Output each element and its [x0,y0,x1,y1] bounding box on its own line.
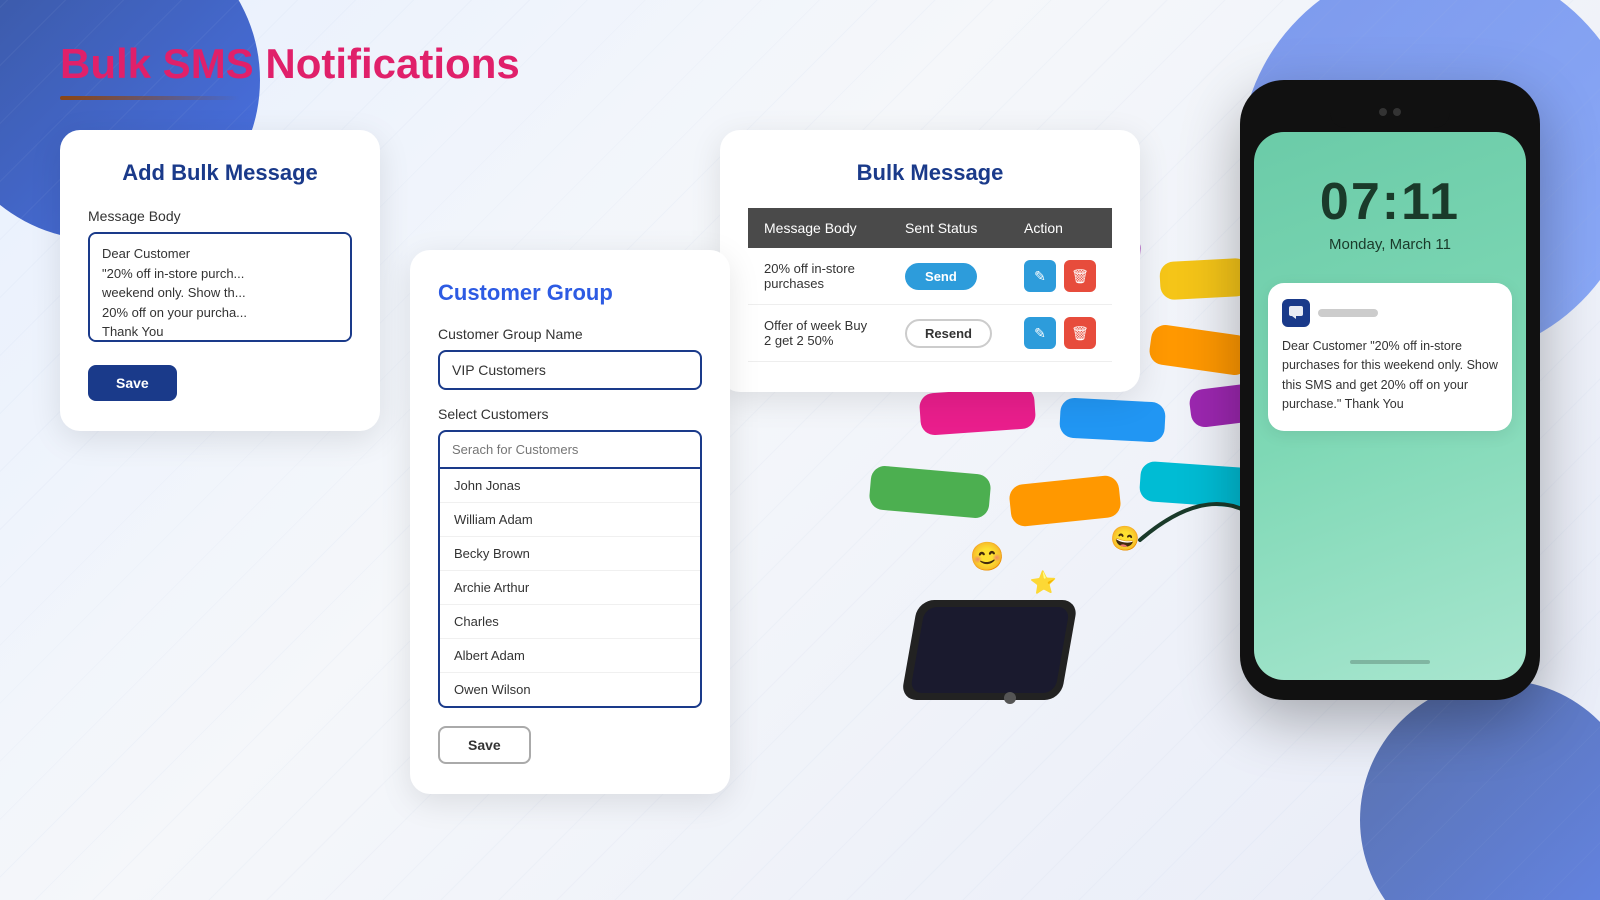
list-item[interactable]: Albert Adam [440,639,700,673]
message-body-label: Message Body [88,208,352,224]
status-cell: Send [889,248,1008,305]
group-name-label: Customer Group Name [438,326,702,342]
send-button[interactable]: Send [905,263,977,290]
sms-notification-card: Dear Customer "20% off in-store purchase… [1268,283,1512,431]
bulk-message-card: Bulk Message Message Body Sent Status Ac… [720,130,1140,392]
sms-icon-row [1282,299,1498,327]
add-bulk-save-button[interactable]: Save [88,365,177,401]
sms-app-icon [1282,299,1310,327]
message-body-cell: Offer of week Buy 2 get 2 50% [748,305,889,362]
emoji-heart: 😄 [1108,523,1142,556]
list-item[interactable]: Archie Arthur [440,571,700,605]
message-body-cell: 20% off in-store purchases [748,248,889,305]
group-name-input[interactable] [438,350,702,390]
action-cell: ✎ 🗑 [1008,305,1112,362]
col-sent-status: Sent Status [889,208,1008,248]
col-action: Action [1008,208,1112,248]
customer-group-save-button[interactable]: Save [438,726,531,764]
emoji-smile: 😊 [969,539,1007,575]
delete-icon[interactable]: 🗑 [1064,260,1096,292]
add-bulk-card-title: Add Bulk Message [88,160,352,186]
action-cell: ✎ 🗑 [1008,248,1112,305]
bubble-8 [1059,397,1166,442]
add-bulk-message-card: Add Bulk Message Message Body Dear Custo… [60,130,380,431]
action-icons: ✎ 🗑 [1024,260,1096,292]
col-message-body: Message Body [748,208,889,248]
phone-screen: 07:11 Monday, March 11 Dear Customer "20… [1254,132,1526,680]
edit-icon[interactable]: ✎ [1024,260,1056,292]
phone-notch [1330,100,1450,128]
status-cell: Resend [889,305,1008,362]
emoji-star: ⭐ [1029,569,1058,596]
phone-date: Monday, March 11 [1254,236,1526,253]
title-underline [60,96,240,100]
table-row: 20% off in-store purchases Send ✎ 🗑 [748,248,1112,305]
action-icons: ✎ 🗑 [1024,317,1096,349]
list-item[interactable]: William Adam [440,503,700,537]
list-item[interactable]: Becky Brown [440,537,700,571]
phone-frame: 07:11 Monday, March 11 Dear Customer "20… [1240,80,1540,700]
bubble-6 [1148,323,1253,377]
list-item[interactable]: Charles [440,605,700,639]
sms-text: Dear Customer "20% off in-store purchase… [1282,337,1498,415]
bulk-message-title: Bulk Message [748,160,1112,186]
list-item[interactable]: John Jonas [440,469,700,503]
customer-group-card: Customer Group Customer Group Name Selec… [410,250,730,794]
home-indicator [1350,660,1430,664]
delete-icon[interactable]: 🗑 [1064,317,1096,349]
edit-icon[interactable]: ✎ [1024,317,1056,349]
list-item[interactable]: Owen Wilson [440,673,700,706]
table-header-row: Message Body Sent Status Action [748,208,1112,248]
phone-time: 07:11 [1254,172,1526,232]
sms-sender-bar [1318,309,1378,317]
customer-search-input[interactable] [438,430,702,469]
customer-list: John Jonas William Adam Becky Brown Arch… [438,469,702,708]
bulk-message-table: Message Body Sent Status Action 20% off … [748,208,1112,362]
bubble-11 [1008,474,1122,527]
resend-button[interactable]: Resend [905,319,992,348]
select-customers-label: Select Customers [438,406,702,422]
bubble-3 [1159,258,1251,301]
table-row: Offer of week Buy 2 get 2 50% Resend ✎ 🗑 [748,305,1112,362]
customer-group-title: Customer Group [438,280,702,306]
message-body-textarea[interactable]: Dear Customer "20% off in-store purch...… [88,232,352,342]
